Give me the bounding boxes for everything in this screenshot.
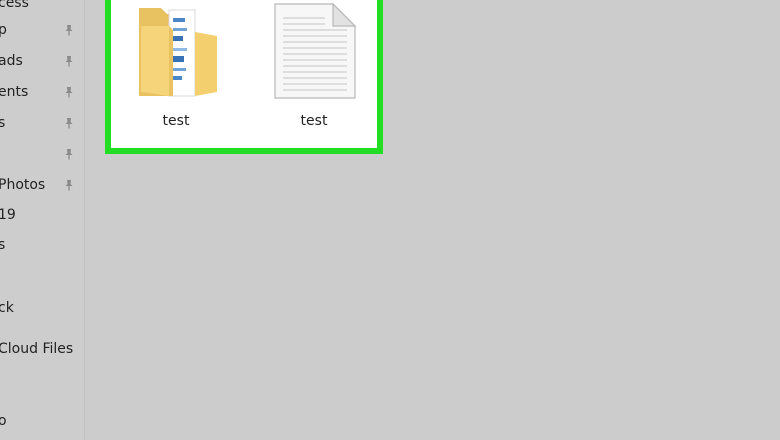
nav-item-label: ents	[0, 84, 29, 100]
nav-item-label: 19	[0, 207, 16, 223]
nav-item-label: ck	[0, 300, 14, 316]
pin-icon	[65, 87, 73, 98]
nav-item-label: cess	[0, 0, 29, 11]
nav-item-pinned-folder[interactable]	[0, 143, 84, 165]
navigation-pane: cess p ads ents s	[0, 0, 85, 440]
nav-item-documents[interactable]: ents	[0, 81, 84, 103]
nav-item-label: s	[0, 112, 5, 134]
nav-item-label: Photos	[0, 177, 46, 193]
file-explorer-window: cess p ads ents s	[0, 0, 780, 440]
text-document-icon	[274, 2, 357, 99]
nav-item-ck[interactable]: ck	[0, 297, 84, 319]
nav-item-photos[interactable]: Photos	[0, 174, 84, 196]
nav-item-19[interactable]: 19	[0, 204, 84, 226]
pin-icon	[65, 56, 73, 67]
pin-icon	[65, 118, 73, 129]
file-list-area[interactable]: test test	[85, 0, 780, 440]
nav-item-label: Cloud Files	[0, 341, 74, 357]
nav-item-desktop[interactable]: p	[0, 19, 84, 41]
nav-item-quick-access[interactable]: cess	[0, 0, 84, 14]
nav-item-pictures[interactable]: s	[0, 112, 84, 134]
pin-icon	[65, 149, 73, 160]
nav-item-o[interactable]: o	[0, 410, 84, 432]
pin-icon	[65, 180, 73, 191]
file-item-text-document[interactable]: test	[259, 0, 369, 136]
pin-icon	[65, 25, 73, 36]
nav-item-downloads[interactable]: ads	[0, 50, 84, 72]
nav-item-label: p	[0, 19, 7, 41]
folder-icon	[139, 8, 217, 97]
nav-item-label: ads	[0, 53, 23, 69]
selection-highlight: test test	[105, 0, 383, 154]
nav-item-label: s	[0, 234, 5, 256]
nav-item-cloud-files[interactable]: Cloud Files	[0, 338, 84, 360]
nav-item-s[interactable]: s	[0, 234, 84, 256]
nav-item-label: o	[0, 410, 7, 432]
file-name: test	[300, 113, 328, 129]
file-name: test	[162, 113, 190, 129]
file-item-folder[interactable]: test	[121, 0, 231, 136]
